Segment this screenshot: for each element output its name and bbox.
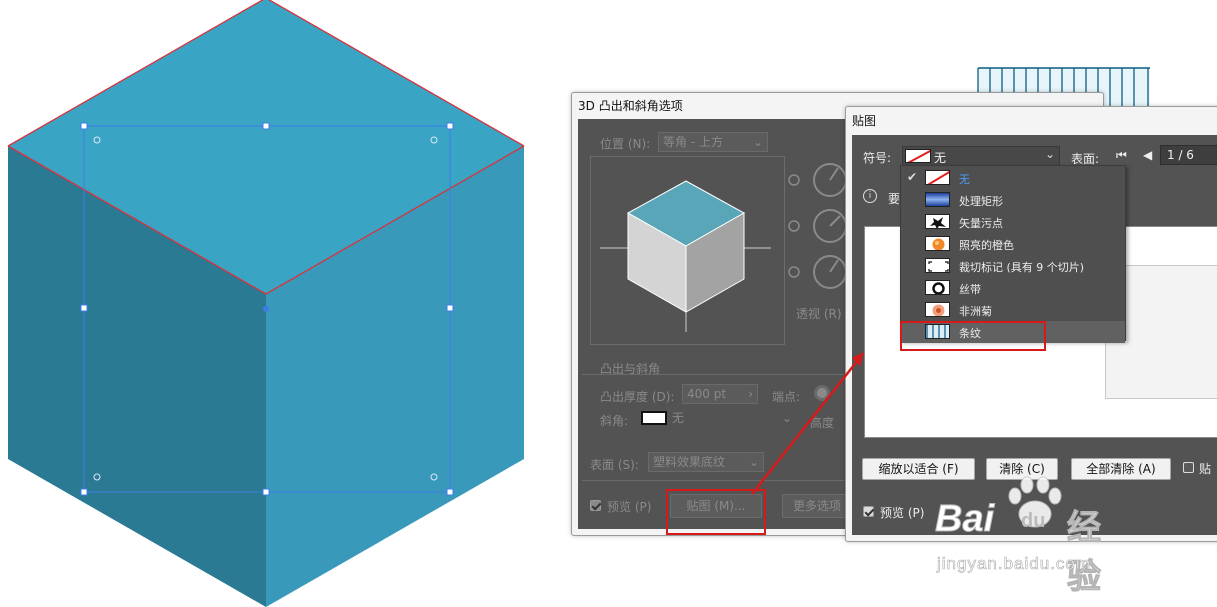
orange-swatch-icon xyxy=(925,236,950,251)
perspective-label: 透视 (R) xyxy=(796,307,842,321)
bevel-swatch xyxy=(641,411,667,425)
surface-dropdown[interactable]: 塑料效果底纹 ⌄ xyxy=(648,452,764,472)
symbol-swatch xyxy=(905,149,931,163)
handle-w xyxy=(80,304,88,312)
chevron-down-icon: ⌄ xyxy=(781,411,792,425)
extrude-depth-input[interactable]: 400 pt › xyxy=(682,384,758,404)
dialog-title: 3D 凸出和斜角选项 xyxy=(578,99,683,113)
info-icon: i xyxy=(863,189,877,203)
height-label: 高度 xyxy=(810,416,835,430)
chevron-down-icon: ⌄ xyxy=(1044,147,1055,161)
menu-item-label: 丝带 xyxy=(959,283,981,296)
menu-item-none[interactable]: ✔ 无 xyxy=(901,167,1125,189)
menu-item-ribbon[interactable]: 丝带 xyxy=(901,277,1125,299)
surface-index-field[interactable]: 1 / 6 xyxy=(1160,145,1217,165)
rotation-dials[interactable] xyxy=(782,160,852,310)
chevron-down-icon: ⌄ xyxy=(752,135,763,149)
symbol-label: 符号: xyxy=(863,151,892,165)
handle-e xyxy=(446,304,454,312)
position-label: 位置 (N): xyxy=(600,137,651,151)
section-divider xyxy=(582,480,844,481)
scale-to-fit-label: 缩放以适合 (F) xyxy=(878,462,959,476)
none-swatch-icon xyxy=(925,170,950,185)
menu-item-label: 处理矩形 xyxy=(959,195,1003,208)
first-surface-icon[interactable]: ⏮ xyxy=(1116,148,1127,163)
handle-sw xyxy=(80,488,88,496)
menu-item-label: 非洲菊 xyxy=(959,305,992,318)
info-text: 要 xyxy=(888,192,901,206)
more-options-button[interactable]: 更多选项 xyxy=(782,494,846,518)
symbol-menu: ✔ 无 处理矩形 矢量污点 照亮的橙色 裁切标记 (具有 9 个切片) 丝带 非… xyxy=(900,165,1126,343)
gradient-swatch-icon xyxy=(925,192,950,207)
surface-index-value: 1 / 6 xyxy=(1167,148,1194,162)
map-dialog-title: 贴图 xyxy=(852,114,877,128)
bevel-value: 无 xyxy=(672,411,685,425)
handle-s xyxy=(262,488,270,496)
handle-n xyxy=(262,122,270,130)
flower-swatch-icon xyxy=(925,302,950,317)
map-preview-checkbox[interactable] xyxy=(863,506,874,517)
cap-on-icon[interactable] xyxy=(814,385,830,401)
surface-value: 塑料效果底纹 xyxy=(653,455,726,469)
menu-item-orange[interactable]: 照亮的橙色 xyxy=(901,233,1125,255)
surface-label: 表面 (S): xyxy=(590,458,639,472)
more-options-label: 更多选项 xyxy=(793,499,842,513)
preview-label: 预览 (P) xyxy=(607,500,652,514)
position-value: 等角 - 上方 xyxy=(663,135,723,149)
symbol-value: 无 xyxy=(934,151,947,165)
symbol-dropdown[interactable]: 无 ⌄ xyxy=(902,146,1060,166)
menu-item-gradient[interactable]: 处理矩形 xyxy=(901,189,1125,211)
menu-item-label: 无 xyxy=(959,173,970,186)
cap-label: 端点: xyxy=(772,390,801,404)
bevel-label: 斜角: xyxy=(600,414,629,428)
chevron-down-icon: ⌄ xyxy=(748,455,759,469)
menu-item-crop-marks[interactable]: 裁切标记 (具有 9 个切片) xyxy=(901,255,1125,277)
handle-nw xyxy=(80,122,88,130)
checkmark-icon: ✔ xyxy=(907,170,918,184)
shade-artwork-label: 贴 xyxy=(1199,462,1212,476)
preview-checkbox[interactable] xyxy=(590,500,601,511)
annotation-box-map-button xyxy=(666,489,766,535)
menu-item-label: 裁切标记 (具有 9 个切片) xyxy=(959,261,1085,274)
bevel-dropdown[interactable]: 无 ⌄ xyxy=(668,409,796,427)
annotation-box-stripes xyxy=(900,321,1046,351)
scale-to-fit-button[interactable]: 缩放以适合 (F) xyxy=(862,458,975,480)
menu-item-label: 矢量污点 xyxy=(959,217,1003,230)
chevron-right-icon: › xyxy=(748,387,753,401)
watermark-brand-du: du xyxy=(1021,510,1046,532)
cube-preview[interactable] xyxy=(585,156,785,346)
ribbon-swatch-icon xyxy=(925,280,950,295)
none-swatch-icon xyxy=(907,150,930,162)
crop-marks-swatch-icon xyxy=(925,258,950,273)
extrude-depth-value: 400 pt xyxy=(687,387,727,401)
splat-swatch-icon xyxy=(925,214,950,229)
map-preview-label: 预览 (P) xyxy=(880,506,925,520)
watermark-brand: Bai xyxy=(934,498,995,541)
menu-item-splat[interactable]: 矢量污点 xyxy=(901,211,1125,233)
handle-ne xyxy=(446,122,454,130)
clear-all-button[interactable]: 全部清除 (A) xyxy=(1071,458,1171,480)
clear-all-label: 全部清除 (A) xyxy=(1086,462,1156,476)
position-dropdown[interactable]: 等角 - 上方 ⌄ xyxy=(658,132,768,152)
menu-item-label: 照亮的橙色 xyxy=(959,239,1014,252)
section-divider xyxy=(582,374,844,375)
watermark-brand-cn: 经验 xyxy=(1067,508,1102,598)
clear-label: 清除 (C) xyxy=(999,462,1045,476)
menu-item-flower[interactable]: 非洲菊 xyxy=(901,299,1125,321)
extrude-depth-label: 凸出厚度 (D): xyxy=(600,390,675,404)
prev-surface-icon[interactable]: ◀ xyxy=(1143,148,1152,162)
handle-se xyxy=(446,488,454,496)
shade-artwork-checkbox[interactable] xyxy=(1183,462,1194,473)
watermark-url: jingyan.baidu.com xyxy=(937,554,1092,574)
center-point xyxy=(263,306,269,312)
